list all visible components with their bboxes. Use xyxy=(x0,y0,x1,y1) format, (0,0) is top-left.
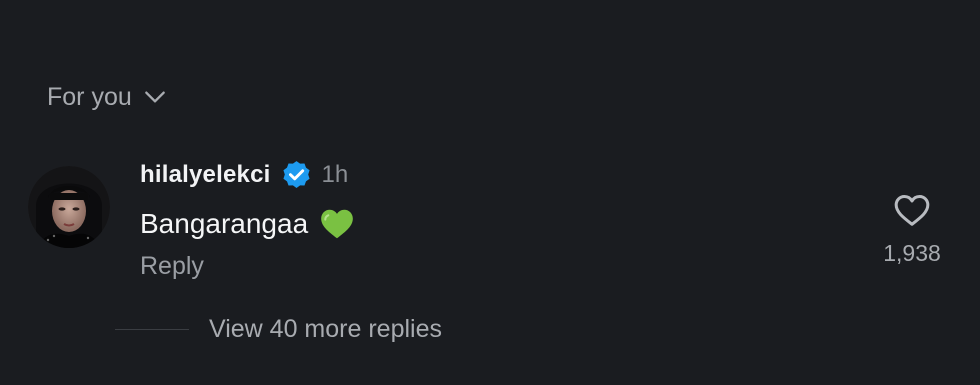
username-link[interactable]: hilalyelekci xyxy=(140,161,271,189)
verified-badge-icon xyxy=(282,160,310,188)
comment: hilalyelekci 1h Bangarangaa Reply xyxy=(140,155,820,281)
comments-panel: For you hilalyelekci 1h Bangarangaa Repl… xyxy=(0,0,980,385)
heart-outline-icon[interactable] xyxy=(893,192,931,228)
chevron-down-icon xyxy=(144,91,165,103)
view-more-replies-label[interactable]: View 40 more replies xyxy=(209,315,442,344)
reply-button[interactable]: Reply xyxy=(140,252,204,281)
comment-text-body: Bangarangaa xyxy=(140,208,309,239)
comment-meta: hilalyelekci 1h xyxy=(140,155,820,195)
like-count: 1,938 xyxy=(883,240,941,266)
user-avatar[interactable] xyxy=(28,166,110,248)
sort-filter-dropdown[interactable]: For you xyxy=(47,80,168,114)
avatar-image xyxy=(28,166,110,248)
view-more-replies[interactable]: View 40 more replies xyxy=(115,312,442,346)
green-heart-icon xyxy=(321,209,353,239)
comment-text: Bangarangaa xyxy=(140,202,820,246)
replies-divider xyxy=(115,328,189,330)
like-control: 1,938 xyxy=(872,192,952,267)
comment-timestamp: 1h xyxy=(321,161,349,188)
sort-filter-label: For you xyxy=(47,82,132,111)
